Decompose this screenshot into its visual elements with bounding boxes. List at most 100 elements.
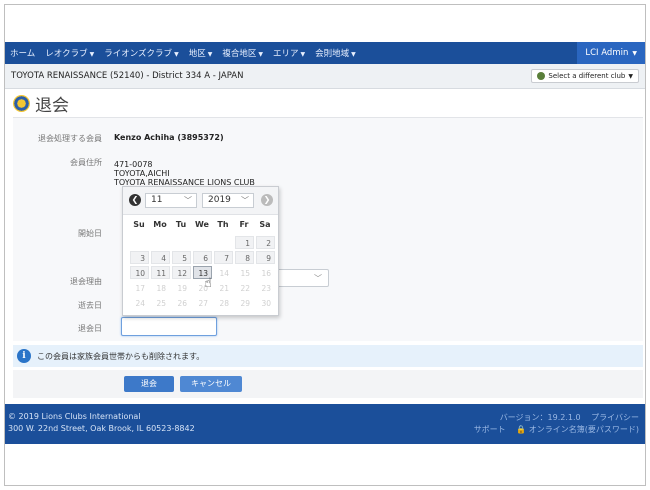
- address-row: 会員住所 471-0078 TOYOTA,AICHI TOYOTA RENAIS…: [5, 157, 635, 187]
- death-date-row: 逝去日: [5, 300, 635, 311]
- chevron-down-icon: ﹀: [314, 274, 322, 283]
- nav-item[interactable]: レオクラブ ▼: [40, 47, 99, 59]
- globe-icon: [537, 72, 546, 80]
- calendar-day[interactable]: 23: [256, 281, 275, 294]
- page-title: 退会: [35, 96, 69, 116]
- calendar-day[interactable]: 10: [130, 266, 149, 279]
- calendar-day[interactable]: 19: [172, 281, 191, 294]
- calendar-day: [214, 236, 233, 249]
- version-text: バージョン：19.2.1.0: [499, 413, 581, 422]
- reason-select[interactable]: ﹀: [275, 269, 329, 287]
- year-select[interactable]: 2019 ﹀: [202, 193, 254, 208]
- nav-item-label: 複合地区: [222, 49, 257, 59]
- nav-item[interactable]: エリア ▼: [268, 47, 310, 59]
- nav-item-label: 会則地域: [315, 49, 350, 59]
- nav-item-label: 地区: [188, 49, 206, 59]
- chevron-down-icon: ▼: [632, 49, 637, 57]
- datepicker-header: ❮ 11 ﹀ 2019 ﹀ ❯: [123, 187, 278, 215]
- chevron-down-icon: ▼: [207, 51, 213, 58]
- chevron-down-icon: ▼: [89, 51, 95, 58]
- nav-item-label: ライオンズクラブ: [104, 49, 173, 59]
- calendar-day[interactable]: 24: [130, 296, 149, 309]
- submit-button[interactable]: 退会: [124, 376, 174, 392]
- page-header: 退会: [13, 91, 69, 116]
- footer: © 2019 Lions Clubs International 300 W. …: [5, 404, 645, 444]
- nav-item[interactable]: ライオンズクラブ ▼: [99, 47, 183, 59]
- support-link[interactable]: サポート: [474, 425, 506, 434]
- calendar-day[interactable]: 8: [235, 251, 254, 264]
- nav-item[interactable]: 複合地区 ▼: [217, 47, 268, 59]
- user-name: LCI Admin: [585, 48, 629, 58]
- calendar-day[interactable]: 22: [235, 281, 254, 294]
- calendar-day: [172, 236, 191, 249]
- calendar-day[interactable]: 25: [151, 296, 170, 309]
- info-text: この会員は家族会員世帯からも削除されます。: [37, 351, 205, 361]
- nav-item-label: ホーム: [10, 49, 36, 59]
- calendar-day[interactable]: 17: [130, 281, 149, 294]
- chevron-down-icon: ▼: [258, 51, 263, 58]
- lock-icon: 🔒: [516, 425, 527, 434]
- calendar-day[interactable]: 5: [172, 251, 191, 264]
- start-date-row: 開始日: [5, 228, 635, 239]
- calendar-day: [151, 236, 170, 249]
- exit-date-input[interactable]: [121, 317, 217, 336]
- footer-links-row: サポート 🔒 オンライン名簿(要パスワード): [474, 424, 639, 435]
- calendar-day[interactable]: 1: [235, 236, 254, 249]
- calendar-day[interactable]: 12: [172, 266, 191, 279]
- calendar-day[interactable]: 15: [235, 266, 254, 279]
- calendar-day[interactable]: 3: [130, 251, 149, 264]
- button-bar: 退会 キャンセル: [13, 370, 643, 398]
- member-row: 退会処理する会員 Kenzo Achiha (3895372): [5, 133, 635, 144]
- info-bar: i この会員は家族会員世帯からも削除されます。: [13, 345, 643, 367]
- nav-item-label: エリア: [272, 49, 299, 59]
- exit-date-row: 退会日: [5, 323, 635, 334]
- month-select[interactable]: 11 ﹀: [145, 193, 197, 208]
- browser-frame: ホーム レオクラブ ▼ ライオンズクラブ ▼ 地区 ▼ 複合地区 ▼ エリア ▼ 会則地域 ▼ LCI …: [4, 4, 646, 486]
- nav-item[interactable]: ホーム: [5, 47, 40, 59]
- top-navigation: ホーム レオクラブ ▼ ライオンズクラブ ▼ 地区 ▼ 複合地区 ▼ エリア ▼ 会則地域 ▼ LCI …: [5, 42, 645, 64]
- copyright: © 2019 Lions Clubs International: [8, 412, 141, 421]
- nav-item[interactable]: 会則地域 ▼: [310, 47, 361, 59]
- calendar-day[interactable]: 4: [151, 251, 170, 264]
- calendar-day[interactable]: 7: [214, 251, 233, 264]
- member-value: Kenzo Achiha (3895372): [114, 133, 224, 142]
- calendar-day[interactable]: 6: [193, 251, 212, 264]
- footer-version-row: バージョン：19.2.1.0 プライバシー: [500, 412, 639, 423]
- prev-month-icon[interactable]: ❮: [129, 194, 141, 206]
- calendar-day: [193, 236, 212, 249]
- nav-item[interactable]: 地区 ▼: [184, 47, 218, 59]
- calendar-day[interactable]: 29: [235, 296, 254, 309]
- next-month-icon[interactable]: ❯: [261, 194, 273, 206]
- weekday-label: Fr: [239, 220, 249, 229]
- address-value: 471-0078 TOYOTA,AICHI TOYOTA RENAISSANCE…: [114, 160, 255, 187]
- reason-label: 退会理由: [70, 277, 102, 286]
- calendar-day[interactable]: 2: [256, 236, 275, 249]
- start-date-label: 開始日: [78, 229, 102, 238]
- select-club-button[interactable]: Select a different club ▼: [531, 69, 639, 83]
- member-label: 退会処理する会員: [38, 134, 102, 143]
- address-line: TOYOTA,AICHI: [114, 169, 170, 178]
- club-name: TOYOTA RENAISSANCE (52140) - District 33…: [11, 71, 244, 81]
- calendar-day[interactable]: 9: [256, 251, 275, 264]
- nav-items: ホーム レオクラブ ▼ ライオンズクラブ ▼ 地区 ▼ 複合地区 ▼ エリア ▼ 会則地域 ▼: [5, 47, 361, 59]
- calendar-day[interactable]: 28: [214, 296, 233, 309]
- calendar-day[interactable]: 14: [214, 266, 233, 279]
- calendar-day[interactable]: 30: [256, 296, 275, 309]
- info-icon: i: [17, 349, 31, 363]
- calendar-day[interactable]: 27: [193, 296, 212, 309]
- user-menu[interactable]: LCI Admin ▼: [577, 42, 645, 64]
- calendar-day[interactable]: 18: [151, 281, 170, 294]
- weekday-label: We: [195, 220, 209, 229]
- calendar-day[interactable]: 11: [151, 266, 170, 279]
- exit-date-label: 退会日: [78, 324, 102, 333]
- calendar-day[interactable]: 26: [172, 296, 191, 309]
- chevron-down-icon: ▼: [351, 51, 356, 58]
- select-club-label: Select a different club: [548, 72, 626, 80]
- privacy-link[interactable]: プライバシー: [591, 413, 639, 422]
- cancel-button[interactable]: キャンセル: [180, 376, 242, 392]
- address-label: 会員住所: [70, 158, 102, 167]
- online-roster-link[interactable]: オンライン名簿(要パスワード): [529, 425, 639, 434]
- calendar-day[interactable]: 21: [214, 281, 233, 294]
- footer-address: 300 W. 22nd Street, Oak Brook, IL 60523-…: [8, 424, 195, 433]
- calendar-day[interactable]: 16: [256, 266, 275, 279]
